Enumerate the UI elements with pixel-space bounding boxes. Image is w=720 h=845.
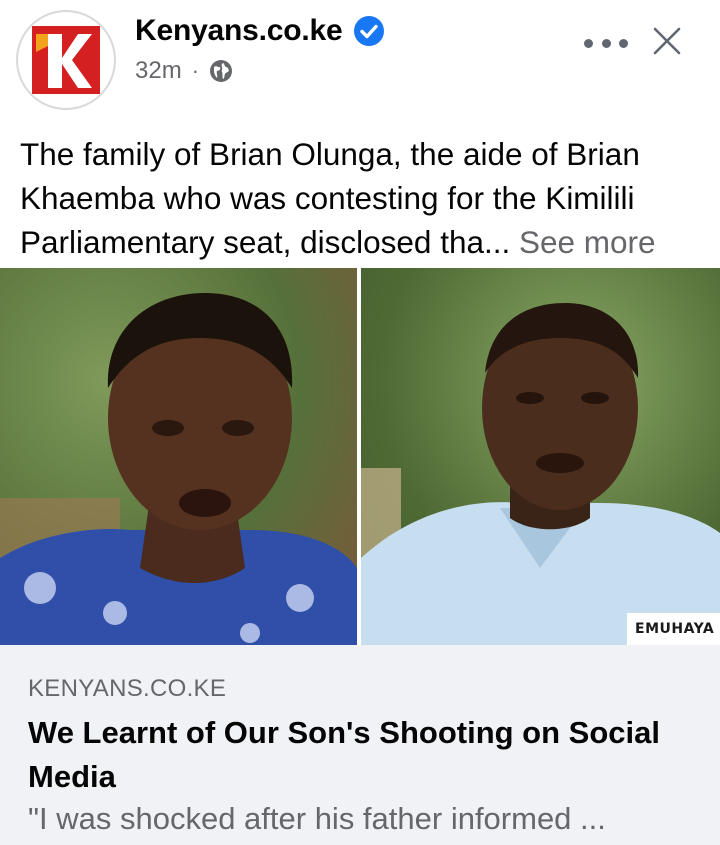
link-source: KENYANS.CO.KE [28, 675, 227, 702]
link-headline[interactable]: We Learnt of Our Son's Shooting on Socia… [28, 711, 698, 799]
more-dot-icon [619, 38, 628, 48]
page-avatar[interactable] [16, 10, 116, 110]
left-photo [0, 268, 357, 645]
globe-icon [210, 60, 233, 82]
verified-badge-icon [353, 16, 384, 46]
kenyans-logo-icon [32, 26, 100, 94]
close-icon[interactable] [652, 26, 682, 56]
page-name-text[interactable]: Kenyans.co.ke [135, 14, 343, 48]
post-text: The family of Brian Olunga, the aide of … [20, 132, 710, 264]
page-name[interactable]: Kenyans.co.ke [135, 14, 385, 48]
right-photo [361, 268, 720, 645]
photo-collage [0, 268, 720, 645]
meta-separator: · [191, 58, 200, 83]
more-dot-icon [584, 38, 593, 48]
post-image[interactable]: EMUHAYA [0, 268, 720, 645]
more-options-button[interactable] [584, 28, 628, 58]
link-preview[interactable]: KENYANS.CO.KE We Learnt of Our Son's Sho… [0, 645, 720, 845]
post-meta: 32m · [135, 57, 233, 85]
see-more-link[interactable]: See more [519, 224, 656, 260]
link-snippet: "I was shocked after his father informed… [28, 801, 606, 836]
image-watermark: EMUHAYA [627, 613, 720, 645]
post-header: Kenyans.co.ke 32m · [0, 0, 720, 120]
more-dot-icon [601, 38, 611, 48]
post-timestamp[interactable]: 32m [135, 57, 182, 85]
